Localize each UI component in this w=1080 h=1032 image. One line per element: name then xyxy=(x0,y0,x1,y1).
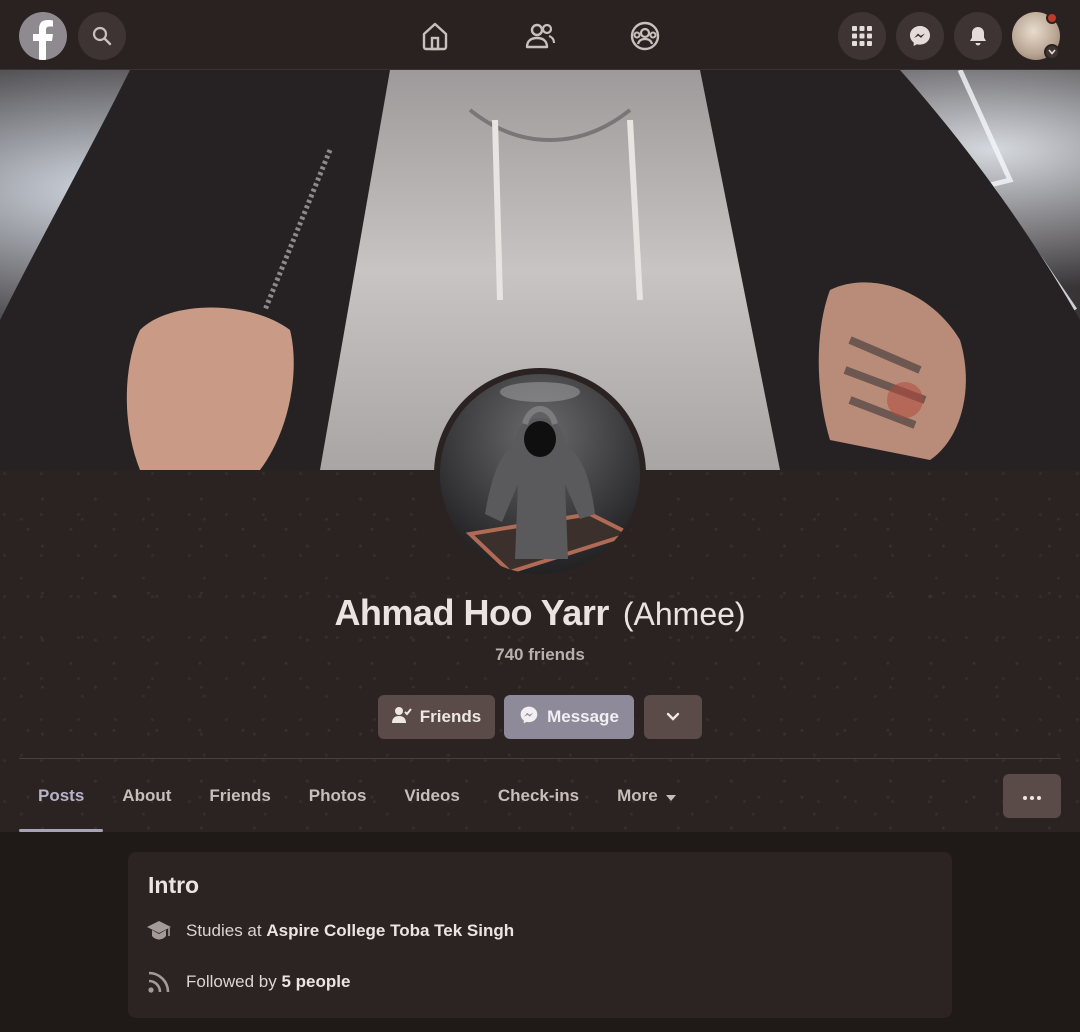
friends-button-label: Friends xyxy=(419,707,482,726)
tab-videos[interactable]: Videos xyxy=(385,770,478,822)
facebook-logo-icon[interactable] xyxy=(19,12,67,60)
ellipsis-icon xyxy=(1023,787,1041,805)
messenger-icon xyxy=(519,705,539,730)
graduation-cap-icon xyxy=(146,918,172,944)
tab-label: Photos xyxy=(308,786,367,805)
more-actions-button[interactable] xyxy=(1003,774,1061,818)
intro-title: Intro xyxy=(148,872,200,898)
profile-picture[interactable] xyxy=(434,368,646,580)
tab-friends[interactable]: Friends xyxy=(190,770,289,822)
more-options-dropdown-button[interactable] xyxy=(644,695,702,739)
intro-followers-row: Followed by 5 people xyxy=(146,969,350,995)
tab-about[interactable]: About xyxy=(103,770,190,822)
profile-name-row: Ahmad Hoo Yarr (Ahmee) xyxy=(0,592,1080,634)
groups-icon[interactable] xyxy=(627,18,663,54)
profile-nickname: (Ahmee) xyxy=(622,596,746,632)
divider xyxy=(19,758,1061,759)
caret-down-icon xyxy=(665,786,676,806)
intro-followers-text: Followed by 5 people xyxy=(186,972,350,992)
tab-label: Posts xyxy=(38,786,85,805)
top-navigation-bar xyxy=(0,0,1080,70)
intro-card: Intro Studies at Aspire College Toba Tek… xyxy=(128,852,952,1018)
tab-more[interactable]: More xyxy=(598,770,695,822)
followers-count-link[interactable]: 5 people xyxy=(281,972,350,991)
followed-prefix: Followed by xyxy=(186,972,277,991)
menu-grid-icon[interactable] xyxy=(838,12,886,60)
tab-photos[interactable]: Photos xyxy=(290,770,386,822)
intro-education-row: Studies at Aspire College Toba Tek Singh xyxy=(146,918,514,944)
tab-label: Videos xyxy=(404,786,460,805)
tab-label: About xyxy=(122,786,172,805)
tab-label: Friends xyxy=(209,786,271,805)
tab-label: More xyxy=(617,786,658,805)
message-button[interactable]: Message xyxy=(504,695,634,739)
tab-check-ins[interactable]: Check-ins xyxy=(479,770,598,822)
search-icon[interactable] xyxy=(78,12,126,60)
tab-label: Check-ins xyxy=(497,786,580,805)
messenger-icon[interactable] xyxy=(896,12,944,60)
tab-posts[interactable]: Posts xyxy=(19,770,104,832)
notifications-bell-icon[interactable] xyxy=(954,12,1002,60)
notification-badge xyxy=(1046,12,1058,24)
rss-feed-icon xyxy=(146,969,172,995)
intro-education-text: Studies at Aspire College Toba Tek Singh xyxy=(186,921,514,941)
friend-check-icon xyxy=(391,706,412,729)
friends-button[interactable]: Friends xyxy=(378,695,495,739)
friends-icon[interactable] xyxy=(522,18,558,54)
friends-count[interactable]: 740 friends xyxy=(0,645,1080,665)
profile-name: Ahmad Hoo Yarr xyxy=(334,592,609,633)
home-icon[interactable] xyxy=(417,18,453,54)
message-button-label: Message xyxy=(547,707,619,726)
school-name-link[interactable]: Aspire College Toba Tek Singh xyxy=(266,921,514,940)
studies-prefix: Studies at xyxy=(186,921,262,940)
chevron-down-icon xyxy=(666,707,680,727)
chevron-down-icon[interactable] xyxy=(1044,44,1060,60)
profile-tabs: Posts About Friends Photos Videos Check-… xyxy=(19,770,695,832)
